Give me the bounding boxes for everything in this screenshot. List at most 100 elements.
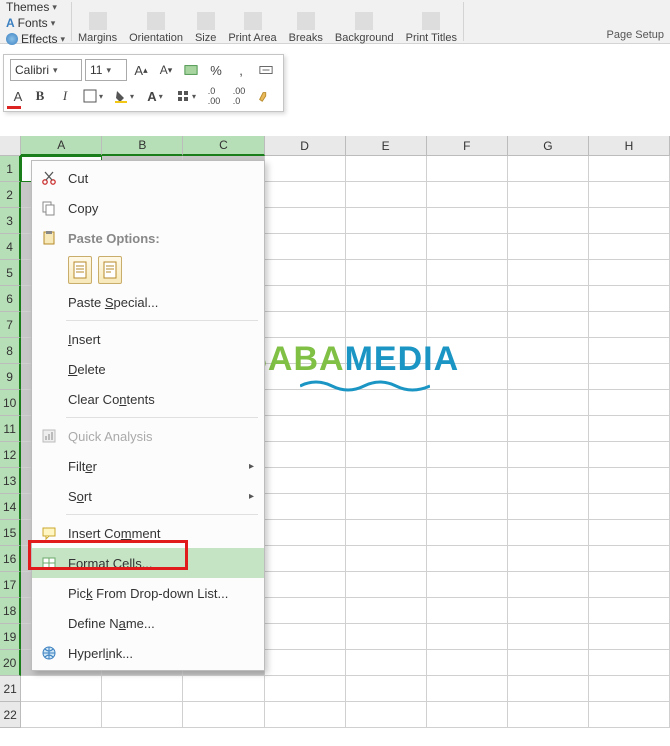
cell-F12[interactable] [427,442,508,468]
cell-E5[interactable] [346,260,427,286]
cell-F6[interactable] [427,286,508,312]
row-header-8[interactable]: 8 [0,338,21,364]
row-header-14[interactable]: 14 [0,494,21,520]
cell-F19[interactable] [427,624,508,650]
cell-D17[interactable] [265,572,346,598]
cell-E12[interactable] [346,442,427,468]
cell-B22[interactable] [102,702,183,728]
cell-H11[interactable] [589,416,670,442]
cell-F17[interactable] [427,572,508,598]
cell-C22[interactable] [183,702,264,728]
cell-H20[interactable] [589,650,670,676]
row-header-10[interactable]: 10 [0,390,21,416]
font-color-button[interactable]: A▾ [141,85,169,107]
cell-E11[interactable] [346,416,427,442]
row-header-5[interactable]: 5 [0,260,21,286]
cell-G1[interactable] [508,156,589,182]
cell-E16[interactable] [346,546,427,572]
cell-H12[interactable] [589,442,670,468]
cell-G3[interactable] [508,208,589,234]
cell-H19[interactable] [589,624,670,650]
font-size-combo[interactable]: 11▾ [85,59,127,81]
cell-H17[interactable] [589,572,670,598]
cell-G19[interactable] [508,624,589,650]
row-header-3[interactable]: 3 [0,208,21,234]
cell-H16[interactable] [589,546,670,572]
cell-A22[interactable] [21,702,102,728]
cell-H14[interactable] [589,494,670,520]
cell-F21[interactable] [427,676,508,702]
cell-E13[interactable] [346,468,427,494]
cell-H5[interactable] [589,260,670,286]
cell-G7[interactable] [508,312,589,338]
cell-E21[interactable] [346,676,427,702]
cell-H9[interactable] [589,364,670,390]
ctx-define-name[interactable]: Define Name... [32,608,264,638]
cell-F22[interactable] [427,702,508,728]
row-header-9[interactable]: 9 [0,364,21,390]
cell-D13[interactable] [265,468,346,494]
cell-E2[interactable] [346,182,427,208]
cell-F3[interactable] [427,208,508,234]
cell-G14[interactable] [508,494,589,520]
col-header-D[interactable]: D [265,136,346,156]
decrease-font-icon[interactable]: A▾ [155,59,177,81]
cell-D12[interactable] [265,442,346,468]
cell-G22[interactable] [508,702,589,728]
cell-D8[interactable] [265,338,346,364]
cell-G17[interactable] [508,572,589,598]
cell-E19[interactable] [346,624,427,650]
cell-D15[interactable] [265,520,346,546]
cell-D2[interactable] [265,182,346,208]
page-setup-caption[interactable]: Page Setup [601,0,670,43]
ctx-cut[interactable]: Cut [32,163,264,193]
cell-H8[interactable] [589,338,670,364]
cell-G21[interactable] [508,676,589,702]
orientation-button[interactable]: Orientation [123,0,189,44]
row-header-1[interactable]: 1 [0,156,21,182]
percent-icon[interactable]: % [205,59,227,81]
ctx-sort[interactable]: Sort▸ [32,481,264,511]
cell-H3[interactable] [589,208,670,234]
ctx-hyperlink[interactable]: Hyperlink... [32,638,264,668]
select-all-corner[interactable] [0,136,21,156]
fill-color-button[interactable]: ▾ [110,85,138,107]
cell-A21[interactable] [21,676,102,702]
row-header-16[interactable]: 16 [0,546,21,572]
row-header-18[interactable]: 18 [0,598,21,624]
cell-E22[interactable] [346,702,427,728]
cell-E7[interactable] [346,312,427,338]
row-header-21[interactable]: 21 [0,676,21,702]
cell-F18[interactable] [427,598,508,624]
cell-G12[interactable] [508,442,589,468]
cell-F8[interactable] [427,338,508,364]
cell-H4[interactable] [589,234,670,260]
cell-E15[interactable] [346,520,427,546]
ctx-paste-special[interactable]: Paste Special... [32,287,264,317]
print-area-button[interactable]: Print Area [222,0,282,44]
row-header-15[interactable]: 15 [0,520,21,546]
cell-D21[interactable] [265,676,346,702]
row-header-6[interactable]: 6 [0,286,21,312]
accounting-format-icon[interactable] [180,59,202,81]
cell-D6[interactable] [265,286,346,312]
cell-F5[interactable] [427,260,508,286]
cell-H18[interactable] [589,598,670,624]
font-name-combo[interactable]: Calibri▾ [10,59,82,81]
size-button[interactable]: Size [189,0,222,44]
col-header-F[interactable]: F [427,136,508,156]
cell-G9[interactable] [508,364,589,390]
cell-H22[interactable] [589,702,670,728]
cell-F15[interactable] [427,520,508,546]
ctx-pick-from-list[interactable]: Pick From Drop-down List... [32,578,264,608]
format-painter-icon[interactable] [253,85,275,107]
ctx-clear-contents[interactable]: Clear Contents [32,384,264,414]
row-header-13[interactable]: 13 [0,468,21,494]
cell-B21[interactable] [102,676,183,702]
cell-H21[interactable] [589,676,670,702]
merge-center-icon[interactable] [255,59,277,81]
breaks-button[interactable]: Breaks [283,0,329,44]
cell-C21[interactable] [183,676,264,702]
bold-button[interactable]: B [29,85,51,107]
paste-preview-icon[interactable]: A [10,85,26,107]
